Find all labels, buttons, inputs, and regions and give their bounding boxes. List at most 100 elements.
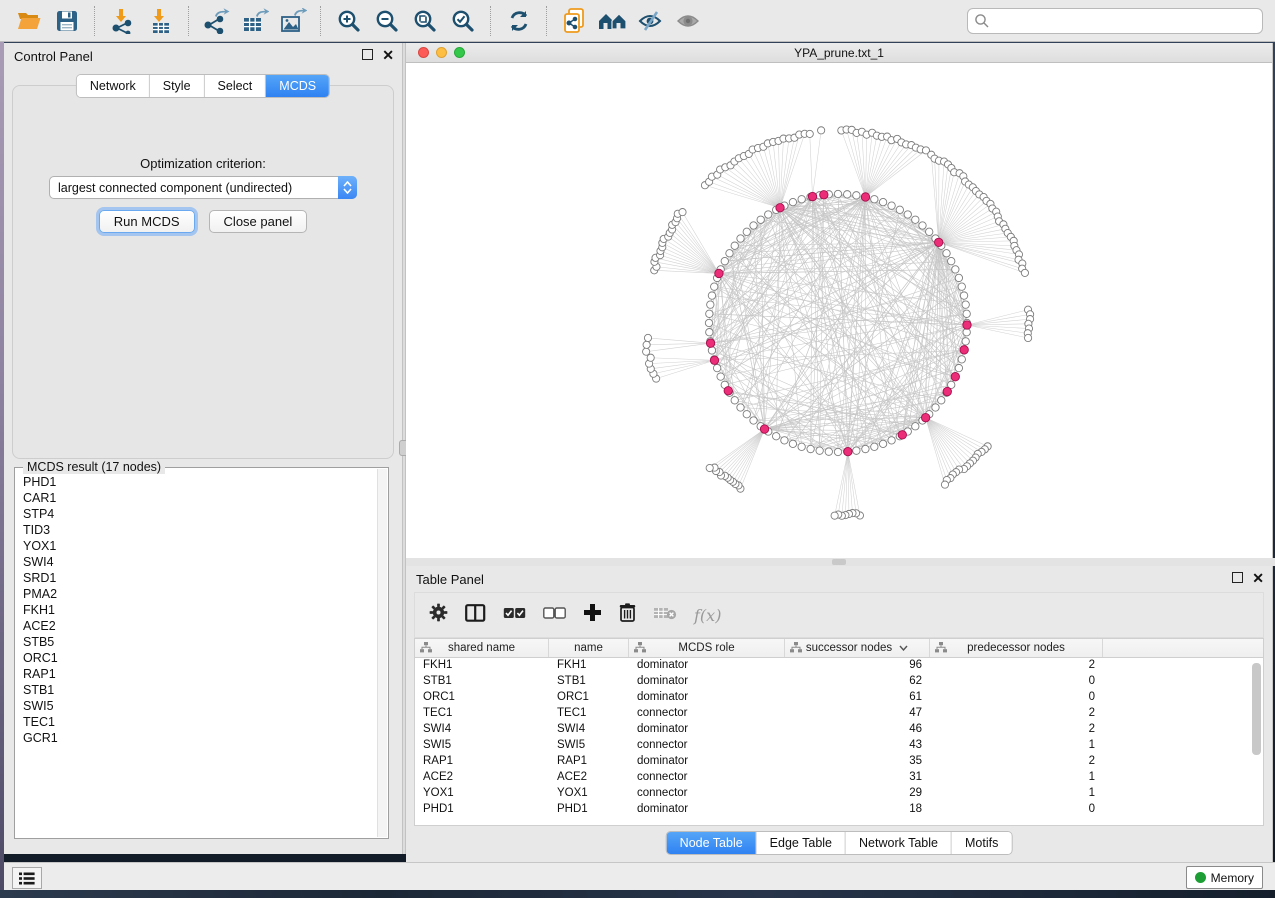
import-table-button[interactable] [146, 6, 176, 36]
float-panel-icon[interactable] [362, 49, 373, 60]
list-icon [19, 872, 35, 885]
cell-shared_name: RAP1 [415, 754, 549, 770]
cell-predecessor_nodes: 1 [930, 770, 1103, 786]
network-home-button[interactable] [598, 6, 628, 36]
cell-mcds_role: connector [629, 738, 785, 754]
mcds-result-item[interactable]: RAP1 [23, 666, 376, 682]
tab-style[interactable]: Style [150, 75, 205, 97]
cell-predecessor_nodes: 0 [930, 690, 1103, 706]
mcds-result-item[interactable]: SWI4 [23, 554, 376, 570]
mcds-result-item[interactable]: STB5 [23, 634, 376, 650]
table-settings-gear-icon[interactable] [429, 603, 448, 627]
node-table-header-row: shared namenameMCDS rolesuccessor nodesp… [415, 639, 1263, 658]
mcds-result-item[interactable]: YOX1 [23, 538, 376, 554]
add-column-icon[interactable] [583, 603, 602, 627]
optimization-criterion-dropdown[interactable]: largest connected component (undirected) [49, 176, 357, 199]
memory-button[interactable]: Memory [1186, 866, 1263, 889]
column-header-predecessor-nodes[interactable]: predecessor nodes [930, 639, 1103, 657]
mcds-result-list[interactable]: PHD1CAR1STP4TID3YOX1SWI4SRD1PMA2FKH1ACE2… [23, 474, 376, 836]
table-row[interactable]: RAP1RAP1dominator352 [415, 754, 1263, 770]
open-file-button[interactable] [14, 6, 44, 36]
mcds-result-item[interactable]: ACE2 [23, 618, 376, 634]
table-row[interactable]: ORC1ORC1dominator610 [415, 690, 1263, 706]
mcds-result-scrollbar[interactable] [377, 469, 387, 837]
cell-mcds_role: connector [629, 706, 785, 722]
close-panel-icon[interactable]: ✕ [382, 50, 394, 60]
mcds-result-item[interactable]: ORC1 [23, 650, 376, 666]
column-header-name[interactable]: name [549, 639, 629, 657]
cell-mcds_role: dominator [629, 674, 785, 690]
split-columns-icon[interactable] [465, 604, 486, 627]
table-row[interactable]: PHD1PHD1dominator180 [415, 802, 1263, 818]
table-row[interactable]: ACE2ACE2connector311 [415, 770, 1263, 786]
table-scrollbar-thumb[interactable] [1252, 663, 1261, 755]
column-header-successor-nodes[interactable]: successor nodes [785, 639, 930, 657]
table-tab-node-table[interactable]: Node Table [667, 832, 757, 854]
table-tab-edge-table[interactable]: Edge Table [757, 832, 846, 854]
task-history-button[interactable] [12, 867, 42, 889]
delete-column-trash-icon[interactable] [619, 603, 636, 627]
hide-graphics-details-button[interactable] [636, 6, 666, 36]
table-tab-network-table[interactable]: Network Table [846, 832, 952, 854]
show-graphics-details-button[interactable] [674, 6, 704, 36]
table-row[interactable]: SWI5SWI5connector431 [415, 738, 1263, 754]
column-header-shared-name[interactable]: shared name [415, 639, 549, 657]
table-row[interactable]: SWI4SWI4dominator462 [415, 722, 1263, 738]
mcds-result-item[interactable]: FKH1 [23, 602, 376, 618]
cell-name: STB1 [549, 674, 629, 690]
mcds-result-item[interactable]: SWI5 [23, 698, 376, 714]
cell-successor_nodes: 43 [785, 738, 930, 754]
export-table-button[interactable] [240, 6, 270, 36]
float-table-panel-icon[interactable] [1232, 572, 1243, 583]
mcds-result-item[interactable]: SRD1 [23, 570, 376, 586]
table-panel-tabs: Node TableEdge TableNetwork TableMotifs [666, 831, 1013, 855]
import-network-button[interactable] [108, 6, 138, 36]
clone-network-button[interactable] [560, 6, 590, 36]
status-bar: Memory [4, 862, 1275, 891]
zoom-fit-button[interactable] [410, 6, 440, 36]
column-header-MCDS-role[interactable]: MCDS role [629, 639, 785, 657]
network-canvas[interactable] [406, 63, 1272, 558]
tab-network[interactable]: Network [77, 75, 150, 97]
run-mcds-button[interactable]: Run MCDS [99, 210, 195, 233]
cell-shared_name: PHD1 [415, 802, 549, 818]
close-panel-button[interactable]: Close panel [209, 210, 308, 233]
table-panel-header: Table Panel ✕ [406, 566, 1272, 592]
select-all-icon[interactable] [503, 606, 526, 624]
tab-select[interactable]: Select [205, 75, 267, 97]
mcds-result-item[interactable]: CAR1 [23, 490, 376, 506]
cell-shared_name: SWI4 [415, 722, 549, 738]
tab-mcds[interactable]: MCDS [266, 75, 329, 97]
table-row[interactable]: STB1STB1dominator620 [415, 674, 1263, 690]
control-panel-title: Control Panel [14, 49, 93, 64]
mcds-result-item[interactable]: TID3 [23, 522, 376, 538]
zoom-in-button[interactable] [334, 6, 364, 36]
cell-name: ACE2 [549, 770, 629, 786]
export-image-button[interactable] [278, 6, 308, 36]
mcds-result-item[interactable]: GCR1 [23, 730, 376, 746]
save-session-button[interactable] [52, 6, 82, 36]
refresh-button[interactable] [504, 6, 534, 36]
export-network-button[interactable] [202, 6, 232, 36]
memory-status-icon [1195, 872, 1206, 883]
mcds-result-item[interactable]: STB1 [23, 682, 376, 698]
mcds-result-item[interactable]: STP4 [23, 506, 376, 522]
table-row[interactable]: TEC1TEC1connector472 [415, 706, 1263, 722]
zoom-selected-button[interactable] [448, 6, 478, 36]
node-table: shared namenameMCDS rolesuccessor nodesp… [414, 638, 1264, 826]
table-tab-motifs[interactable]: Motifs [952, 832, 1011, 854]
horizontal-split-grip[interactable] [832, 559, 846, 565]
table-row[interactable]: FKH1FKH1dominator962 [415, 658, 1263, 674]
mcds-result-item[interactable]: TEC1 [23, 714, 376, 730]
mcds-result-item[interactable]: PHD1 [23, 474, 376, 490]
deselect-all-icon[interactable] [543, 606, 566, 624]
mcds-result-item[interactable]: PMA2 [23, 586, 376, 602]
search-field[interactable] [967, 8, 1263, 34]
search-input[interactable] [990, 13, 1262, 29]
search-icon [974, 13, 990, 29]
zoom-out-button[interactable] [372, 6, 402, 36]
network-svg [406, 63, 1271, 557]
table-row[interactable]: YOX1YOX1connector291 [415, 786, 1263, 802]
dropdown-stepper-icon [338, 176, 357, 199]
close-table-panel-icon[interactable]: ✕ [1252, 573, 1264, 583]
